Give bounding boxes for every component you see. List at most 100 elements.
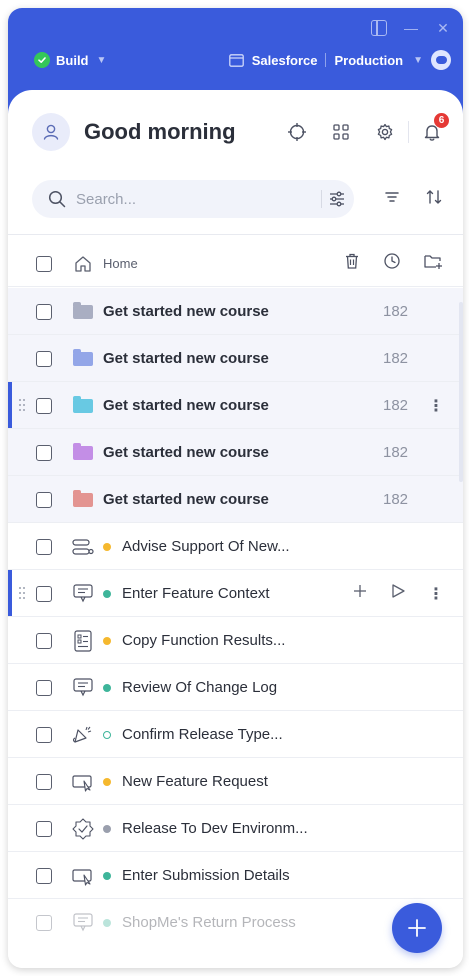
drag-handle-icon[interactable] [18, 586, 26, 600]
status-dot [103, 871, 111, 880]
status-dot [103, 918, 111, 927]
chevron-down-icon: ▼ [96, 54, 107, 66]
user-icon [43, 124, 59, 140]
sort-icon[interactable] [425, 188, 443, 211]
row-checkbox[interactable] [36, 303, 52, 320]
row-checkbox[interactable] [36, 585, 52, 602]
search-bar[interactable] [32, 180, 354, 218]
environment-label: Production [334, 52, 404, 68]
list-item[interactable]: Confirm Release Type... [8, 711, 463, 758]
add-icon[interactable] [352, 583, 368, 604]
search-icon [48, 190, 66, 208]
item-name: Confirm Release Type... [122, 726, 283, 743]
play-icon[interactable] [390, 583, 406, 604]
folder-row[interactable]: Get started new course 182 [8, 429, 463, 476]
add-button[interactable] [392, 903, 442, 953]
new-folder-icon[interactable] [423, 252, 443, 275]
row-checkbox[interactable] [36, 914, 52, 931]
folder-name: Get started new course [103, 350, 269, 367]
close-icon[interactable]: ✕ [435, 20, 451, 36]
status-dot [103, 589, 111, 598]
gear-icon[interactable] [374, 121, 396, 143]
notification-badge: 6 [434, 113, 449, 128]
drag-handle-icon[interactable] [18, 398, 26, 412]
target-icon[interactable] [286, 121, 308, 143]
row-checkbox[interactable] [36, 820, 52, 837]
home-icon[interactable] [70, 251, 96, 277]
list-item[interactable]: Enter Submission Details [8, 852, 463, 899]
row-checkbox[interactable] [36, 679, 52, 696]
divider [408, 121, 409, 143]
row-checkbox[interactable] [36, 773, 52, 790]
chat-icon[interactable] [431, 50, 451, 70]
apps-grid-icon[interactable] [330, 121, 352, 143]
hover-indicator [8, 570, 12, 617]
folder-row[interactable]: Get started new course 182 [8, 335, 463, 382]
item-name: New Feature Request [122, 773, 268, 790]
item-name: Enter Submission Details [122, 867, 290, 884]
greeting-title: Good morning [84, 119, 236, 144]
row-checkbox[interactable] [36, 632, 52, 649]
row-checkbox[interactable] [36, 444, 52, 461]
row-checkbox[interactable] [36, 726, 52, 743]
user-avatar[interactable] [32, 113, 70, 151]
folder-row[interactable]: Get started new course 182 ⋮ [8, 382, 463, 429]
bell-icon[interactable]: 6 [421, 113, 449, 143]
more-options-icon[interactable]: ⋮ [428, 584, 444, 604]
item-name: Copy Function Results... [122, 632, 286, 649]
dock-panel-icon[interactable] [371, 20, 387, 36]
folder-icon [73, 489, 93, 507]
checklist-icon [70, 628, 96, 654]
main-panel: Good morning 6 Search... Home Get starte… [8, 90, 463, 968]
system-label: Salesforce [251, 52, 318, 68]
folder-row[interactable]: Get started new course 182 [8, 288, 463, 335]
row-checkbox[interactable] [36, 867, 52, 884]
app-window: — ✕ Build ▼ Salesforce Production ▼ Good… [8, 8, 463, 968]
status-dot [103, 730, 111, 739]
scrollbar[interactable] [459, 302, 463, 482]
chevron-down-icon: ▼ [413, 54, 423, 66]
list-item[interactable]: Advise Support Of New... [8, 523, 463, 570]
filter-icon[interactable] [383, 188, 401, 211]
list-item[interactable]: Release To Dev Environm... [8, 805, 463, 852]
workspace-selector[interactable]: Build ▼ [34, 52, 106, 68]
status-dot [103, 683, 111, 692]
smart-tip-icon [70, 675, 96, 701]
folder-name: Get started new course [103, 303, 269, 320]
filter-settings-icon[interactable] [328, 190, 346, 213]
folder-name: Get started new course [103, 444, 269, 461]
item-name: Review Of Change Log [122, 679, 278, 696]
environment-selector[interactable]: Salesforce Production ▼ [228, 50, 451, 70]
list-item[interactable]: Copy Function Results... [8, 617, 463, 664]
more-options-icon[interactable]: ⋮ [428, 396, 444, 416]
divider [325, 53, 327, 67]
breadcrumb-home[interactable]: Home [103, 256, 138, 271]
flow-icon [70, 534, 96, 560]
plus-icon [408, 919, 426, 937]
row-checkbox[interactable] [36, 491, 52, 508]
divider [8, 286, 463, 287]
home-row: Home [8, 240, 463, 287]
folder-name: Get started new course [103, 491, 269, 508]
select-all-checkbox[interactable] [36, 255, 52, 272]
folder-row[interactable]: Get started new course 182 [8, 476, 463, 523]
clock-icon[interactable] [383, 252, 401, 275]
item-name: Release To Dev Environm... [122, 820, 308, 837]
row-checkbox[interactable] [36, 538, 52, 555]
smart-tip-icon [70, 910, 96, 936]
hover-indicator [8, 382, 12, 429]
search-input[interactable] [76, 190, 296, 208]
status-dot [103, 542, 111, 551]
row-checkbox[interactable] [36, 350, 52, 367]
item-name: ShopMe's Return Process [122, 914, 296, 931]
row-checkbox[interactable] [36, 397, 52, 414]
status-dot [103, 777, 111, 786]
item-count: 182 [383, 350, 409, 367]
folder-name: Get started new course [103, 397, 269, 414]
list-item[interactable]: Review Of Change Log [8, 664, 463, 711]
list-item[interactable]: Enter Feature Context ⋮ [8, 570, 463, 617]
minimize-icon[interactable]: — [403, 20, 419, 36]
list-item[interactable]: New Feature Request [8, 758, 463, 805]
trash-icon[interactable] [343, 252, 361, 275]
announcement-icon [70, 722, 96, 748]
